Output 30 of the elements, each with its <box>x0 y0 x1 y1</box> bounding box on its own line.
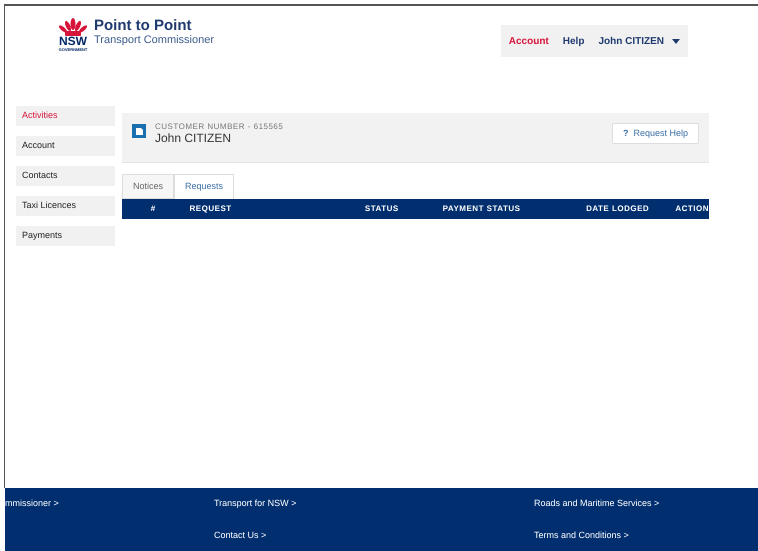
footer-link[interactable]: Terms and Conditions > <box>534 528 758 542</box>
user-menu-button[interactable]: John CITIZEN <box>598 34 680 48</box>
footer-link[interactable]: Transport for NSW > <box>214 497 534 510</box>
column-header: DATE LODGED <box>585 203 650 215</box>
waratah-logo-icon <box>58 18 88 36</box>
column-header: ACTION <box>675 203 710 215</box>
sidebar-item[interactable]: Payments <box>16 226 115 246</box>
tab[interactable]: Requests <box>174 174 234 199</box>
document-icon <box>132 124 146 138</box>
site-title: Point to Point <box>94 17 192 34</box>
request-help-button[interactable]: ? Request Help <box>612 123 699 144</box>
sidebar-item[interactable]: Contacts <box>16 166 115 186</box>
column-header: PAYMENT STATUS <box>442 203 522 215</box>
sidebar-item[interactable]: Account <box>16 136 115 156</box>
nsw-mark: NSW <box>59 35 87 47</box>
customer-name: John CITIZEN <box>155 132 232 145</box>
footer-link[interactable]: Contact Us > <box>214 528 534 542</box>
column-header: REQUEST <box>188 203 233 215</box>
footer-link[interactable]: mmissioner > <box>5 497 214 510</box>
footer-link[interactable]: Roads and Maritime Services > <box>534 497 758 510</box>
sidebar-item[interactable]: Taxi Licences <box>16 196 115 216</box>
caret-down-icon <box>672 38 680 44</box>
column-header: # <box>150 203 157 215</box>
customer-number: CUSTOMER NUMBER - 615565 <box>155 122 284 132</box>
top-nav-link[interactable]: Help <box>562 34 584 48</box>
tab[interactable]: Notices <box>122 174 174 199</box>
column-header: STATUS <box>364 203 400 215</box>
top-nav-link[interactable]: Account <box>508 34 549 48</box>
site-subtitle: Transport Commissioner <box>94 34 214 47</box>
sidebar-item[interactable]: Activities <box>16 106 115 126</box>
